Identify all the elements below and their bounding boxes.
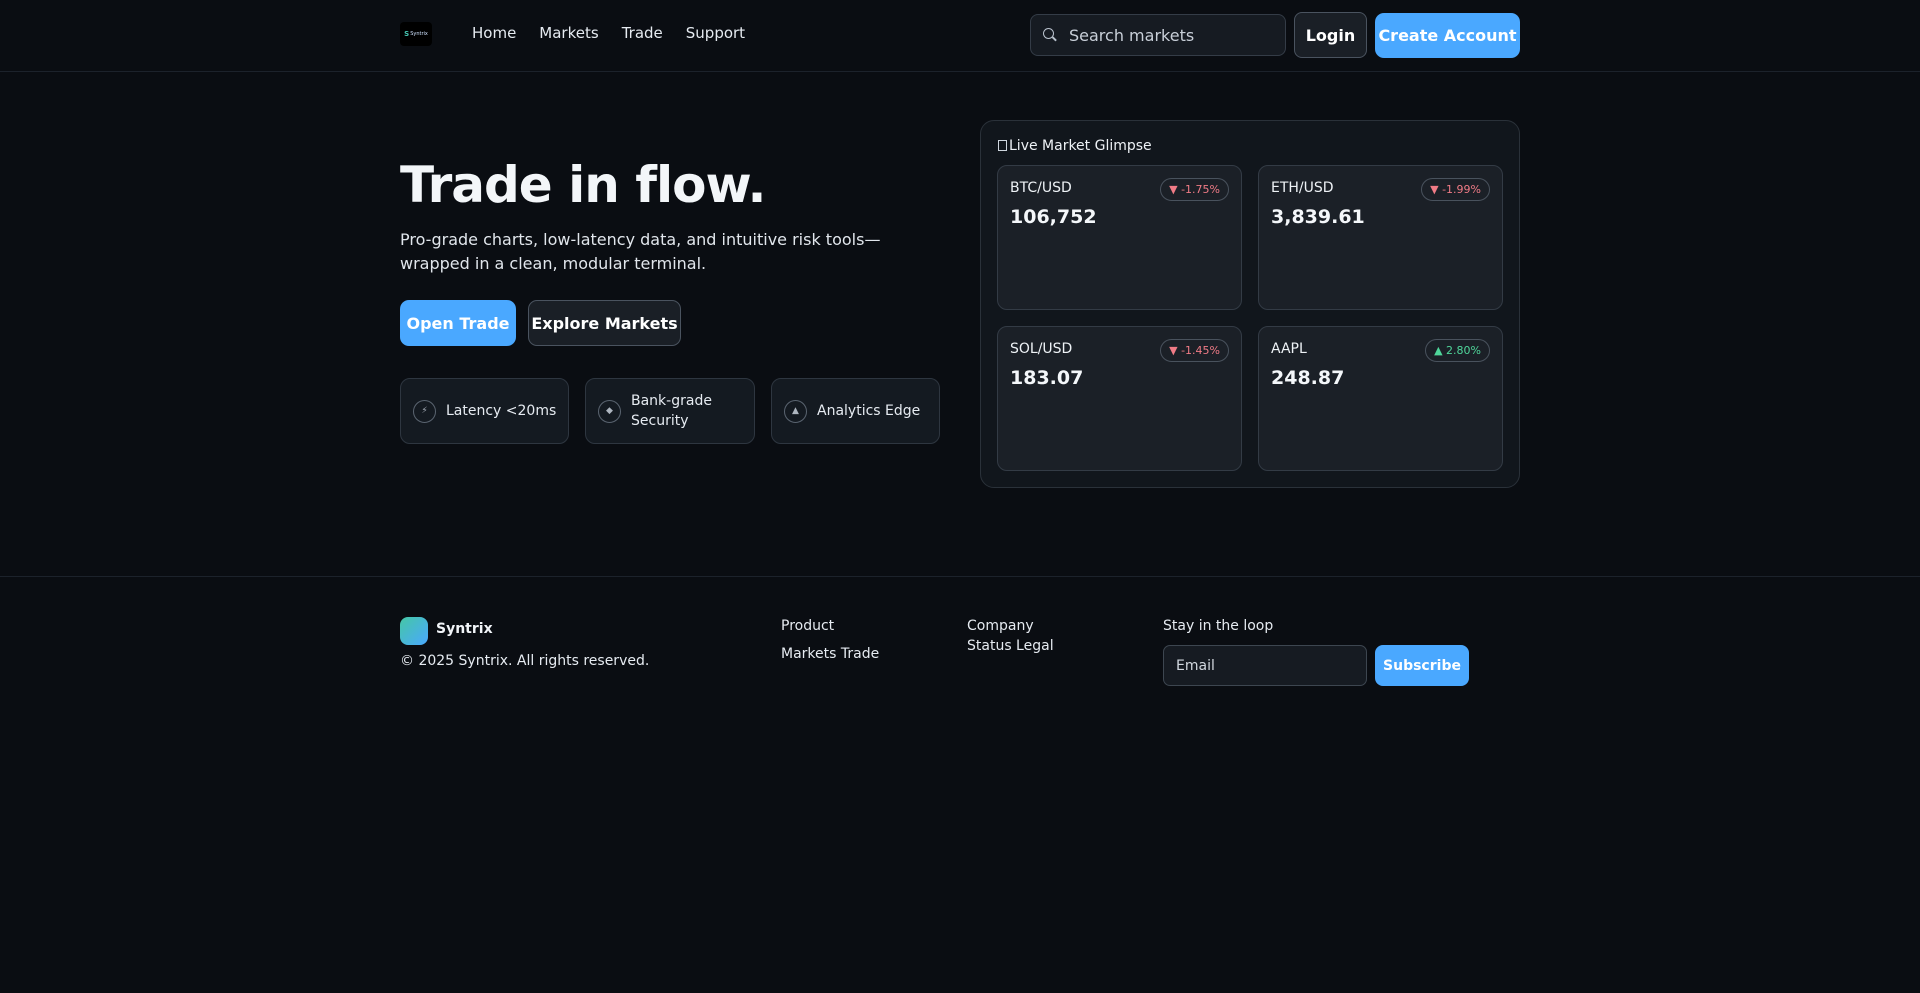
- nav-markets[interactable]: Markets: [539, 24, 598, 42]
- hero-subtitle: Pro-grade charts, low-latency data, and …: [400, 230, 881, 273]
- footer-brand: Syntrix: [436, 621, 493, 637]
- change-badge: ▼ -1.75%: [1160, 178, 1229, 201]
- market-symbol: BTC/USD: [1010, 180, 1072, 196]
- feature-latency: ⚡ Latency <20ms: [400, 378, 569, 444]
- live-icon: [998, 140, 1007, 151]
- feature-label: Analytics Edge: [817, 403, 921, 419]
- open-trade-button[interactable]: Open Trade: [400, 300, 516, 346]
- feature-security: ◆ Bank-grade Security: [585, 378, 755, 444]
- email-field[interactable]: [1163, 645, 1367, 686]
- nav-support[interactable]: Support: [686, 24, 745, 42]
- market-price: 183.07: [1010, 367, 1084, 389]
- footer-company-heading: Company: [967, 618, 1034, 634]
- login-button[interactable]: Login: [1294, 12, 1367, 58]
- market-price: 106,752: [1010, 206, 1097, 228]
- footer-company-links[interactable]: Status Legal: [967, 636, 1054, 656]
- market-symbol: AAPL: [1271, 341, 1307, 357]
- footer-logo: [400, 617, 428, 645]
- market-price: 3,839.61: [1271, 206, 1365, 228]
- panel-title-text: Live Market Glimpse: [1009, 138, 1152, 154]
- market-card-eth[interactable]: ETH/USD ▼ -1.99% 3,839.61: [1258, 165, 1503, 310]
- change-badge: ▼ -1.45%: [1160, 339, 1229, 362]
- change-badge: ▼ -1.99%: [1421, 178, 1490, 201]
- main-nav: Home Markets Trade Support: [472, 24, 745, 42]
- search-box[interactable]: [1030, 14, 1286, 56]
- market-card-sol[interactable]: SOL/USD ▼ -1.45% 183.07: [997, 326, 1242, 471]
- panel-title: Live Market Glimpse: [998, 138, 1152, 154]
- feature-label: Bank-grade Security: [631, 393, 712, 429]
- footer-company-column: Company Status Legal: [967, 616, 1054, 656]
- logo-mark-icon: S: [404, 30, 410, 38]
- feature-analytics: ▲ Analytics Edge: [771, 378, 940, 444]
- footer-divider: [0, 576, 1920, 577]
- search-input[interactable]: [1067, 24, 1267, 46]
- market-price: 248.87: [1271, 367, 1345, 389]
- logo[interactable]: S Syntrix: [400, 22, 432, 46]
- footer-product-links[interactable]: Markets Trade: [781, 644, 879, 664]
- bolt-icon: ⚡: [413, 399, 436, 423]
- market-card-btc[interactable]: BTC/USD ▼ -1.75% 106,752: [997, 165, 1242, 310]
- chart-icon: ▲: [784, 399, 807, 423]
- feature-label: Latency <20ms: [446, 403, 557, 419]
- footer-newsletter-heading: Stay in the loop: [1163, 618, 1274, 634]
- explore-markets-button[interactable]: Explore Markets: [528, 300, 681, 346]
- footer-copyright: © 2025 Syntrix. All rights reserved.: [400, 653, 650, 669]
- live-market-panel: Live Market Glimpse BTC/USD ▼ -1.75% 106…: [980, 120, 1520, 488]
- create-account-button[interactable]: Create Account: [1375, 13, 1520, 58]
- logo-text: Syntrix: [410, 31, 428, 37]
- footer-product-column: Product Markets Trade: [781, 616, 879, 664]
- search-icon: [1043, 28, 1057, 42]
- subscribe-button[interactable]: Subscribe: [1375, 645, 1469, 686]
- change-badge: ▲ 2.80%: [1425, 339, 1490, 362]
- market-card-aapl[interactable]: AAPL ▲ 2.80% 248.87: [1258, 326, 1503, 471]
- hero-title: Trade in flow.: [400, 156, 766, 214]
- market-symbol: SOL/USD: [1010, 341, 1073, 357]
- nav-home[interactable]: Home: [472, 24, 516, 42]
- nav-trade[interactable]: Trade: [622, 24, 663, 42]
- market-symbol: ETH/USD: [1271, 180, 1334, 196]
- footer-product-heading: Product: [781, 618, 835, 634]
- top-header: S Syntrix Home Markets Trade Support Log…: [0, 0, 1920, 72]
- shield-icon: ◆: [598, 399, 621, 423]
